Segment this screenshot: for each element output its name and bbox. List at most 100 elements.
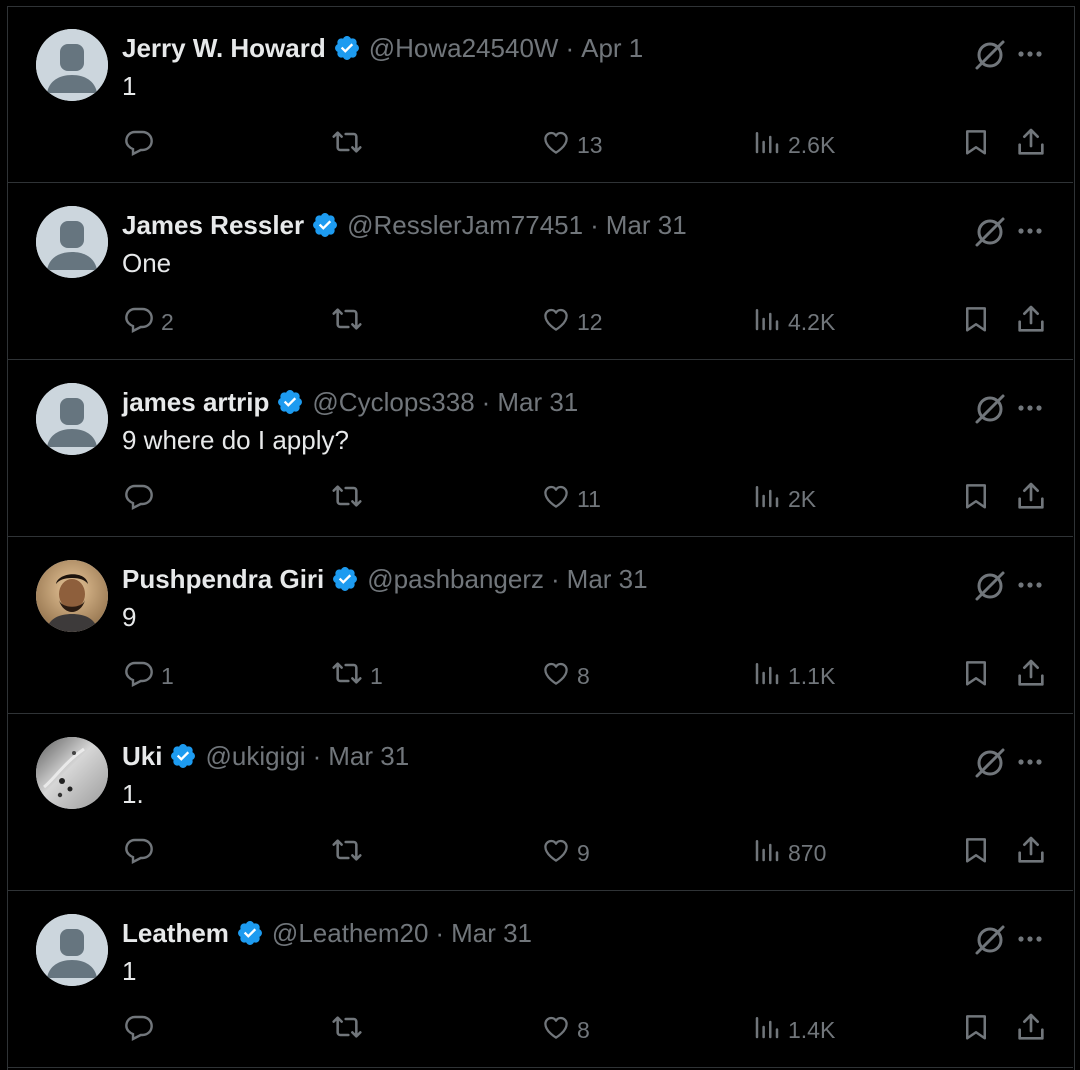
reply-tweet[interactable]: James Ressler @ResslerJam77451 · Mar 31 One 2…: [7, 184, 1073, 360]
author-handle[interactable]: @ukigigi: [205, 741, 305, 772]
author-handle[interactable]: @Howa24540W: [369, 33, 559, 64]
tweet-date[interactable]: Apr 1: [581, 33, 643, 64]
views-button[interactable]: 2.6K: [752, 127, 835, 163]
views-button[interactable]: 2K: [752, 481, 816, 517]
share-button[interactable]: [1015, 304, 1047, 340]
reply-button[interactable]: 1: [123, 658, 174, 694]
more-dots-icon[interactable]: [1017, 749, 1043, 780]
share-icon: [1015, 657, 1047, 695]
bookmark-icon: [961, 657, 991, 695]
author-name[interactable]: Leathem: [122, 918, 229, 949]
verified-badge-icon: [169, 742, 197, 770]
retweet-button[interactable]: [330, 127, 370, 163]
tweet-text: 9: [122, 602, 137, 632]
author-handle[interactable]: @pashbangerz: [367, 564, 544, 595]
views-count: 1.1K: [788, 662, 836, 689]
more-dots-icon[interactable]: [1017, 572, 1043, 603]
bookmark-button[interactable]: [961, 835, 991, 871]
more-dots-icon[interactable]: [1017, 926, 1043, 957]
tweet-date[interactable]: Mar 31: [606, 210, 687, 241]
grok-icon[interactable]: [967, 563, 1013, 614]
share-button[interactable]: [1015, 658, 1047, 694]
reply-button[interactable]: [123, 835, 161, 871]
avatar[interactable]: [36, 560, 108, 632]
bookmark-button[interactable]: [961, 1012, 991, 1048]
retweet-button[interactable]: [330, 304, 370, 340]
views-button[interactable]: 870: [752, 835, 826, 871]
separator-dot: ·: [565, 32, 575, 63]
author-name[interactable]: james artrip: [122, 387, 269, 418]
views-count: 2K: [788, 485, 817, 512]
bookmark-button[interactable]: [961, 481, 991, 517]
retweet-icon: [330, 657, 364, 695]
separator-dot: ·: [481, 386, 491, 417]
bookmark-icon: [961, 126, 991, 164]
reply-tweet[interactable]: james artrip @Cyclops338 · Mar 31 9 where do…: [7, 361, 1073, 537]
reply-tweet[interactable]: Uki @ukigigi · Mar 31 1. 9 870: [7, 715, 1073, 891]
bookmark-icon: [961, 480, 991, 518]
separator-dot: ·: [435, 917, 445, 948]
author-name[interactable]: Jerry W. Howard: [122, 33, 326, 64]
share-button[interactable]: [1015, 127, 1047, 163]
reply-tweet[interactable]: Jerry W. Howard @Howa24540W · Apr 1 1 13 2.6K: [7, 7, 1073, 183]
like-button[interactable]: 11: [541, 481, 601, 517]
reply-button[interactable]: [123, 127, 161, 163]
views-count: 4.2K: [788, 308, 836, 335]
retweet-button[interactable]: [330, 1012, 370, 1048]
bookmark-button[interactable]: [961, 304, 991, 340]
avatar[interactable]: [36, 383, 108, 455]
more-dots-icon[interactable]: [1017, 395, 1043, 426]
author-name[interactable]: Uki: [122, 741, 162, 772]
like-button[interactable]: 9: [541, 835, 590, 871]
views-button[interactable]: 4.2K: [752, 304, 835, 340]
like-count: 12: [577, 308, 603, 335]
share-button[interactable]: [1015, 1012, 1047, 1048]
action-bar: 1 1 8 1.1K: [7, 658, 1073, 694]
retweet-button[interactable]: [330, 481, 370, 517]
tweet-header: Jerry W. Howard @Howa24540W · Apr 1: [122, 31, 643, 65]
tweet-date[interactable]: Mar 31: [451, 918, 532, 949]
separator-dot: ·: [551, 563, 560, 594]
views-count: 1.4K: [788, 1016, 836, 1043]
grok-icon[interactable]: [967, 209, 1013, 260]
tweet-date[interactable]: Mar 31: [328, 741, 409, 772]
retweet-button[interactable]: 1: [330, 658, 383, 694]
action-bar: 13 2.6K: [7, 127, 1073, 163]
views-button[interactable]: 1.1K: [752, 658, 835, 694]
retweet-button[interactable]: [330, 835, 370, 871]
author-name[interactable]: James Ressler: [122, 210, 304, 241]
bookmark-button[interactable]: [961, 127, 991, 163]
more-dots-icon[interactable]: [1017, 218, 1043, 249]
reply-tweet[interactable]: Pushpendra Giri @pashbangerz · Mar 31 9 1 1 8 1.…: [7, 538, 1073, 714]
tweet-text: 1: [122, 71, 137, 101]
bookmark-button[interactable]: [961, 658, 991, 694]
avatar[interactable]: [36, 206, 108, 278]
heart-icon: [541, 127, 571, 163]
like-button[interactable]: 8: [541, 658, 590, 694]
more-dots-icon[interactable]: [1017, 41, 1043, 72]
avatar[interactable]: [36, 914, 108, 986]
reply-button[interactable]: 2: [123, 304, 174, 340]
author-name[interactable]: Pushpendra Giri: [122, 564, 324, 595]
share-button[interactable]: [1015, 481, 1047, 517]
avatar[interactable]: [36, 29, 108, 101]
grok-icon[interactable]: [967, 917, 1013, 968]
reply-tweet[interactable]: Leathem @Leathem20 · Mar 31 1 8 1.4K: [7, 892, 1073, 1068]
grok-icon[interactable]: [967, 386, 1013, 437]
author-handle[interactable]: @Leathem20: [272, 918, 429, 949]
like-button[interactable]: 8: [541, 1012, 590, 1048]
reply-button[interactable]: [123, 481, 161, 517]
tweet-date[interactable]: Mar 31: [567, 564, 648, 595]
reply-button[interactable]: [123, 1012, 161, 1048]
share-button[interactable]: [1015, 835, 1047, 871]
avatar[interactable]: [36, 737, 108, 809]
views-button[interactable]: 1.4K: [752, 1012, 835, 1048]
like-button[interactable]: 12: [541, 304, 603, 340]
author-handle[interactable]: @Cyclops338: [312, 387, 474, 418]
author-handle[interactable]: @ResslerJam77451: [347, 210, 583, 241]
grok-icon[interactable]: [967, 32, 1013, 83]
tweet-text: One: [122, 248, 172, 278]
tweet-date[interactable]: Mar 31: [497, 387, 578, 418]
like-button[interactable]: 13: [541, 127, 603, 163]
grok-icon[interactable]: [967, 740, 1013, 791]
